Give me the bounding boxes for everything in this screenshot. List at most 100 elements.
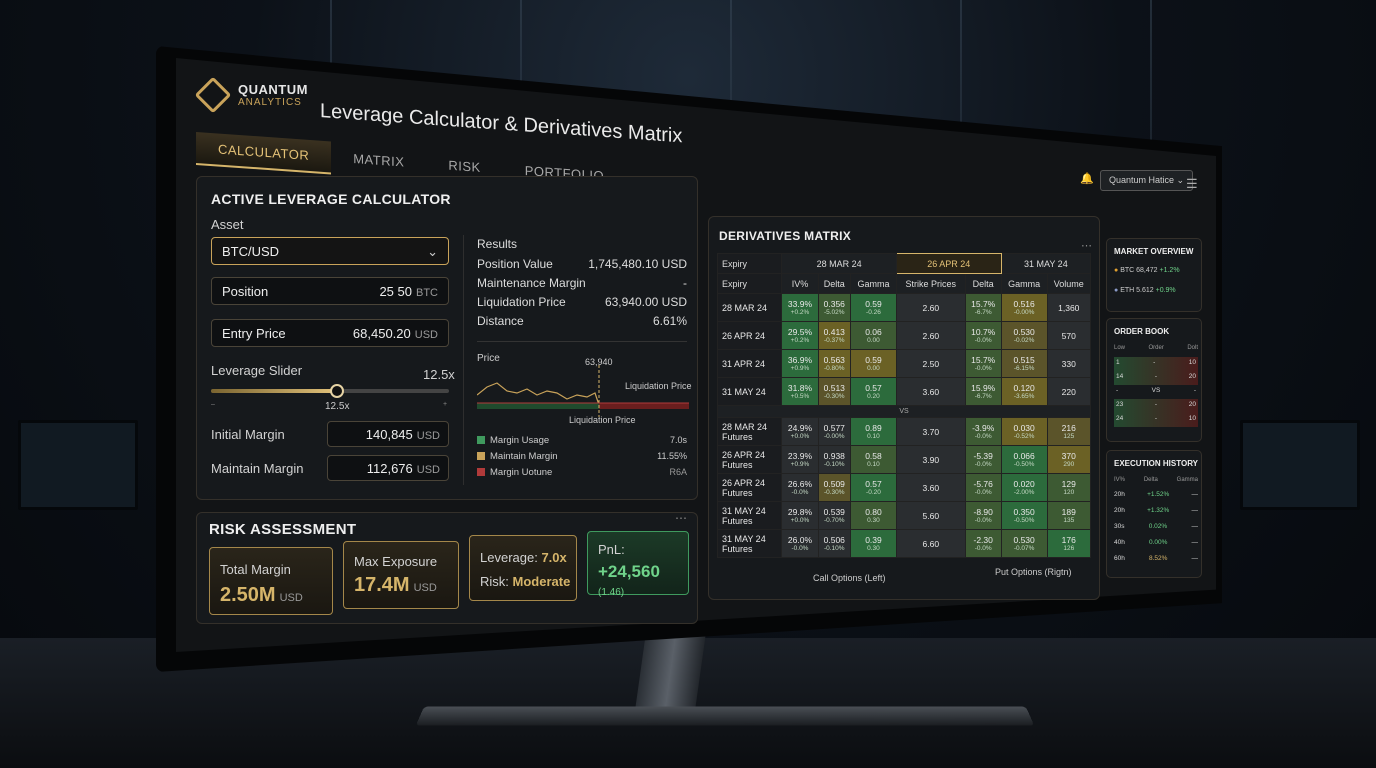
col-strike: Strike Prices (895, 273, 966, 294)
row-expiry: 26 APR 24 (716, 321, 783, 350)
legend-value: R6A (669, 467, 687, 477)
liquidation-bottom-label: Liquidation Price (569, 415, 636, 425)
calculator-title: ACTIVE LEVERAGE CALCULATOR (211, 191, 451, 207)
initial-margin-unit: USD (416, 430, 440, 442)
cell-delta: 0.413 -0.37% (817, 321, 852, 350)
matrix-row[interactable]: 31 MAY 24 31.8% +0.5% 0.513 -0.30% 0.57 0.2… (716, 377, 1092, 406)
col-put-delta: Delta (964, 273, 1002, 294)
cell-gamma: 0.58 0.10 (850, 445, 897, 474)
result-value: 6.61% (652, 314, 687, 328)
matrix-row[interactable]: 31 MAY 24 Futures 26.0% -0.0% 0.506 -0.10% … (716, 529, 1092, 558)
asset-select[interactable]: BTC/USD ⌄ (211, 237, 449, 265)
cell-gamma: 0.59 -0.26 (850, 293, 897, 322)
eth-change: +0.9% (1155, 287, 1176, 294)
expiry-header: Expiry (716, 253, 783, 274)
col-gamma: Gamma (850, 273, 897, 294)
matrix-row[interactable]: 31 APR 24 36.9% +0.9% 0.563 -0.80% 0.59 0.0… (716, 349, 1092, 378)
matrix-row[interactable]: 26 APR 24 Futures 26.6% -0.0% 0.509 -0.30% … (716, 473, 1092, 502)
more-icon[interactable]: ⋯ (1081, 239, 1092, 252)
history-row: 20h +1.52% — (1114, 491, 1198, 498)
hamburger-menu-icon[interactable]: ☰ (1186, 176, 1198, 192)
pnl-value: +24,560 (598, 562, 660, 581)
result-row: Position Value 1,745,480.10 USD (477, 257, 687, 276)
cell-put-delta: 15.7% -6.7% (964, 293, 1002, 322)
leverage-calculator-panel: ACTIVE LEVERAGE CALCULATOR Asset BTC/USD… (196, 176, 698, 500)
more-icon[interactable]: ⋯ (675, 511, 687, 525)
matrix-row[interactable]: 26 APR 24 Futures 23.9% +0.9% 0.938 -0.10% … (716, 445, 1092, 474)
leverage-slider-handle[interactable] (330, 384, 345, 398)
expiry-tab-2[interactable]: 31 MAY 24 (1000, 253, 1092, 274)
cell-volume: 129 120 (1046, 473, 1092, 502)
risk-label: Risk: (480, 574, 509, 589)
legend-label: Margin Uotune (490, 467, 553, 478)
cell-put-delta: -8.90 -0.0% (964, 501, 1002, 530)
cell-delta: 0.563 -0.80% (817, 349, 852, 378)
matrix-row[interactable]: 26 APR 24 29.5% +0.2% 0.413 -0.37% 0.06 0.0… (716, 321, 1092, 350)
cell-delta: 0.509 -0.30% (817, 473, 852, 502)
market-overview-panel: MARKET OVERVIEW ● BTC 68,472 +1.2% ● ETH… (1106, 238, 1202, 312)
cell-put-gamma: 0.515 -6.15% (1000, 349, 1048, 378)
cell-put-gamma: 0.516 -0.00% (1000, 293, 1048, 322)
brand-logo: QUANTUM ANALYTICS (194, 76, 308, 114)
order-row[interactable]: - VS - (1114, 385, 1198, 399)
col-volume: Volume (1046, 273, 1092, 294)
background-monitor-left (18, 420, 138, 510)
order-row[interactable]: 1-10 (1114, 357, 1198, 371)
matrix-row[interactable]: 28 MAR 24 Futures 24.9% +0.0% 0.577 -0.00% … (716, 417, 1092, 446)
row-expiry: 28 MAR 24 Futures (716, 417, 783, 446)
entry-price-label: Entry Price (222, 326, 286, 341)
order-book-title: ORDER BOOK (1114, 327, 1170, 336)
user-name: Quantum Hatice (1109, 175, 1175, 185)
cell-put-delta: -2.30 -0.0% (964, 529, 1002, 558)
row-expiry: 31 MAY 24 (716, 377, 783, 406)
matrix-row[interactable]: 28 MAR 24 33.9% +0.2% 0.356 -5.02% 0.59 -0.… (716, 293, 1092, 322)
cell-strike: 2.60 (895, 293, 966, 322)
user-menu[interactable]: Quantum Hatice ⌄ (1100, 170, 1194, 191)
maintain-margin-field[interactable]: 112,676 USD (327, 455, 449, 481)
divider (477, 341, 687, 342)
cell-delta: 0.539 -0.70% (817, 501, 852, 530)
cell-gamma: 0.39 0.30 (850, 529, 897, 558)
order-row[interactable]: 14-20 (1114, 371, 1198, 385)
cell-volume: 370 290 (1046, 445, 1092, 474)
order-book-rows: 1-10 14-20 - VS - 23-20 24-10 (1114, 357, 1198, 427)
entry-price-field[interactable]: Entry Price 68,450.20 USD (211, 319, 449, 347)
leverage-slider-fill (211, 389, 338, 393)
cell-delta: 0.577 -0.00% (817, 417, 852, 446)
order-row[interactable]: 23-20 (1114, 399, 1198, 413)
cell-put-gamma: 0.030 -0.52% (1000, 417, 1048, 446)
cell-strike: 3.60 (895, 473, 966, 502)
expiry-tab-0[interactable]: 28 MAR 24 (781, 253, 897, 274)
result-value: 63,940.00 USD (604, 295, 687, 309)
result-label: Maintenance Margin (477, 276, 586, 290)
cell-strike: 3.90 (895, 445, 966, 474)
matrix-row[interactable]: 31 MAY 24 Futures 29.8% +0.0% 0.539 -0.70% … (716, 501, 1092, 530)
legend-swatch (477, 452, 485, 461)
order-row[interactable]: 24-10 (1114, 413, 1198, 427)
notification-bell-icon[interactable]: 🔔 (1080, 172, 1094, 185)
cell-volume: 570 (1046, 321, 1092, 350)
legend-row: Maintain Margin 11.55% (477, 451, 687, 467)
expiry-tab-1[interactable]: 26 APR 24 (895, 253, 1002, 274)
leverage-value: 7.0x (541, 550, 567, 565)
total-margin-label: Total Margin (220, 562, 291, 577)
leverage-risk-card: Leverage: 7.0x Risk: Moderate (469, 535, 577, 601)
max-exposure-unit: USD (413, 582, 437, 594)
initial-margin-field[interactable]: 140,845 USD (327, 421, 449, 447)
legend-value: 11.55% (657, 451, 687, 461)
cell-gamma: 0.06 0.00 (850, 321, 897, 350)
total-margin-unit: USD (279, 592, 303, 604)
cell-put-delta: 15.9% -6.7% (964, 377, 1002, 406)
monitor-base (415, 706, 1035, 726)
cell-gamma: 0.57 -0.20 (850, 473, 897, 502)
leverage-slider-value: 12.5x (423, 367, 455, 382)
cell-gamma: 0.57 0.20 (850, 377, 897, 406)
cell-delta: 0.356 -5.02% (817, 293, 852, 322)
quantum-logo-icon (194, 76, 232, 114)
market-overview-title: MARKET OVERVIEW (1114, 247, 1194, 256)
vs-label: VS (717, 405, 1091, 418)
legend-row: Margin Uotune R6A (477, 467, 687, 483)
position-field[interactable]: Position 25 50 BTC (211, 277, 449, 305)
liquidation-price-chart (477, 365, 689, 417)
cell-put-gamma: 0.350 -0.50% (1000, 501, 1048, 530)
